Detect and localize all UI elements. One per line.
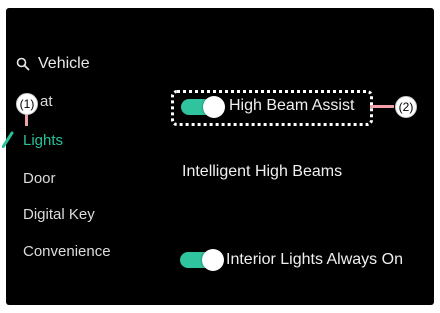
active-indicator-icon xyxy=(2,131,14,148)
sidebar-item-digital-key[interactable]: Digital Key xyxy=(23,206,95,223)
high-beam-assist-toggle[interactable] xyxy=(181,96,225,118)
intelligent-high-beams-label[interactable]: Intelligent High Beams xyxy=(182,163,342,181)
search-label: Vehicle xyxy=(38,55,90,72)
callout-1-badge: (1) xyxy=(16,93,38,115)
interior-lights-toggle[interactable] xyxy=(180,249,224,271)
callout-1-line xyxy=(25,114,28,126)
settings-screen: Vehicle at Lights Door Digital Key Conve… xyxy=(2,8,434,305)
toggle-knob xyxy=(203,96,225,118)
sidebar-item-lights[interactable]: Lights xyxy=(23,132,63,149)
interior-lights-label: Interior Lights Always On xyxy=(226,251,403,268)
sidebar-item-door[interactable]: Door xyxy=(23,170,56,187)
sidebar-item-seat[interactable]: at xyxy=(40,93,53,110)
search-icon xyxy=(16,57,30,71)
search-row[interactable]: Vehicle xyxy=(16,55,90,73)
callout-2-badge: (2) xyxy=(395,96,417,118)
toggle-knob xyxy=(202,249,224,271)
callout-2-line xyxy=(370,105,394,108)
sidebar-item-convenience[interactable]: Convenience xyxy=(23,243,111,260)
high-beam-assist-label: High Beam Assist xyxy=(229,97,355,114)
